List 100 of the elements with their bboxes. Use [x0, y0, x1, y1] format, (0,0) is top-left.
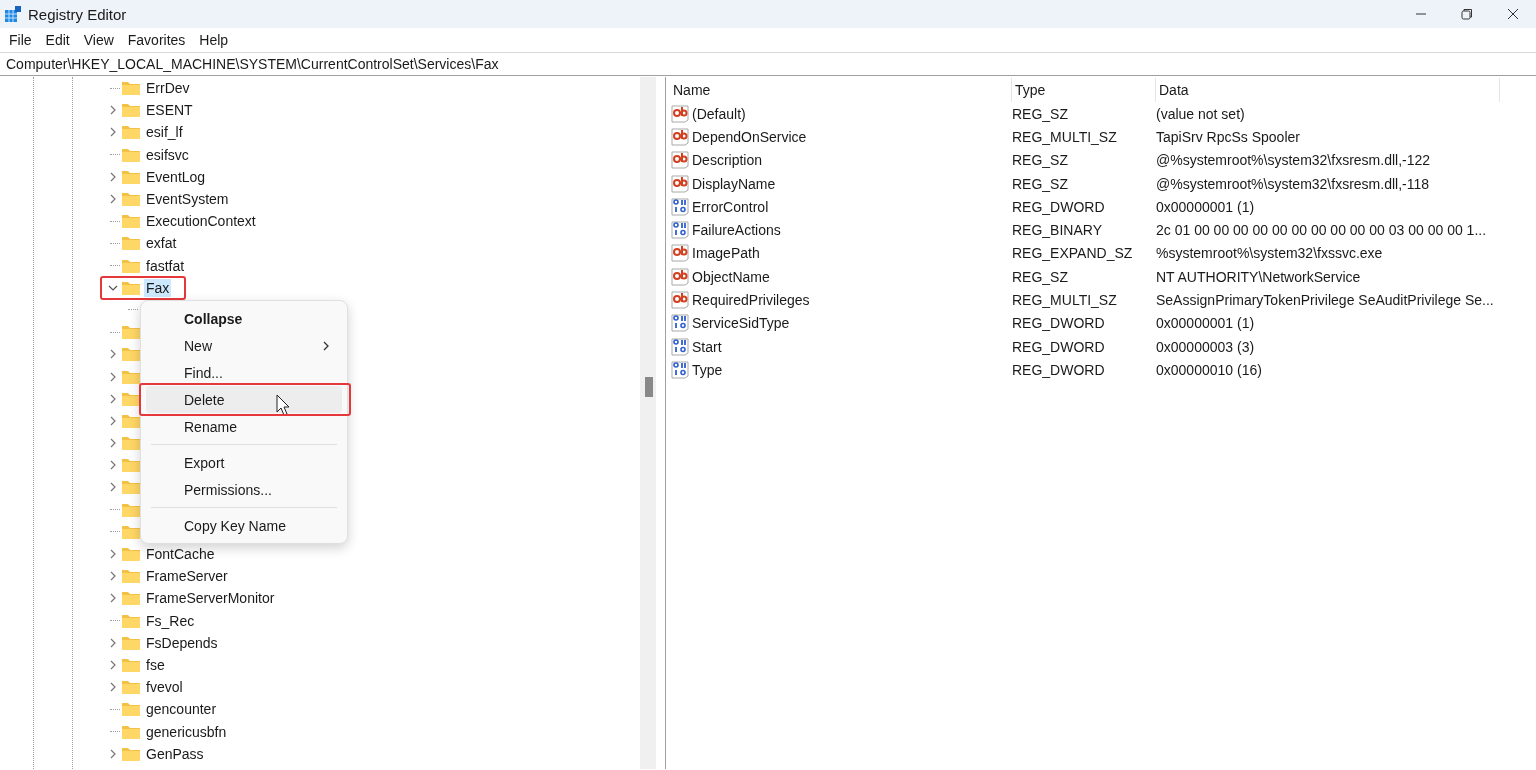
folder-icon: [121, 390, 141, 407]
tree-item[interactable]: FontCache: [144, 545, 217, 564]
tree-item[interactable]: Fax: [144, 278, 172, 297]
value-type: REG_SZ: [1012, 268, 1069, 285]
chevron-right-icon[interactable]: [109, 482, 117, 493]
value-type: REG_DWORD: [1012, 361, 1106, 378]
context-menu-item[interactable]: Rename: [146, 413, 342, 440]
scrollbar[interactable]: [640, 77, 656, 769]
column-header[interactable]: Data: [1156, 78, 1500, 102]
context-menu-item[interactable]: Export: [146, 449, 342, 476]
string-value-icon: [670, 126, 690, 147]
value-data: 0x00000001 (1): [1156, 315, 1256, 332]
tree-item[interactable]: FrameServerMonitor: [144, 589, 277, 608]
tree-item[interactable]: exfat: [144, 234, 179, 253]
tree-item[interactable]: ErrDev: [144, 79, 192, 98]
tree-item[interactable]: FrameServer: [144, 567, 230, 586]
value-name[interactable]: FailureActions: [692, 222, 781, 239]
tree-item[interactable]: EventLog: [144, 167, 208, 186]
value-name[interactable]: Start: [692, 338, 722, 355]
menu-item[interactable]: File: [2, 32, 39, 48]
folder-icon: [121, 701, 141, 718]
chevron-right-icon[interactable]: [109, 438, 117, 449]
tree-item[interactable]: gencounter: [144, 700, 219, 719]
chevron-right-icon[interactable]: [109, 549, 117, 560]
value-name[interactable]: ErrorControl: [692, 198, 769, 215]
menu-item[interactable]: Edit: [38, 32, 77, 48]
chevron-right-icon[interactable]: [109, 194, 117, 205]
value-name[interactable]: (Default): [692, 105, 746, 122]
chevron-right-icon[interactable]: [109, 682, 117, 693]
folder-icon: [121, 168, 141, 185]
folder-icon: [121, 590, 141, 607]
binary-value-icon: [670, 336, 690, 357]
binary-value-icon: [670, 196, 690, 217]
chevron-right-icon[interactable]: [109, 659, 117, 670]
folder-icon: [121, 213, 141, 230]
string-value-icon: [670, 290, 690, 310]
folder-icon: [121, 546, 141, 563]
value-data: @%systemroot%\system32\fxsresm.dll,-122: [1156, 152, 1432, 169]
string-value-icon: [670, 150, 690, 171]
chevron-right-icon[interactable]: [109, 460, 117, 471]
context-menu-item[interactable]: Find...: [146, 359, 342, 386]
context-menu-item[interactable]: Delete: [146, 386, 342, 413]
folder-icon: [121, 102, 141, 119]
value-name[interactable]: DependOnService: [692, 128, 807, 145]
chevron-right-icon[interactable]: [109, 127, 117, 138]
menu-item[interactable]: Help: [192, 32, 236, 48]
menu-item[interactable]: View: [76, 32, 121, 48]
tree-item[interactable]: Fs_Rec: [144, 611, 197, 630]
chevron-down-icon[interactable]: [108, 283, 118, 292]
chevron-right-icon[interactable]: [109, 415, 117, 426]
value-name[interactable]: DisplayName: [692, 175, 776, 192]
value-name[interactable]: ImagePath: [692, 245, 760, 262]
tree-item[interactable]: fastfat: [144, 256, 187, 275]
value-name[interactable]: RequiredPrivileges: [692, 292, 810, 308]
value-type: REG_MULTI_SZ: [1012, 128, 1118, 145]
folder-icon: [121, 146, 141, 163]
chevron-right-icon[interactable]: [109, 171, 117, 182]
tree-item[interactable]: fvevol: [144, 678, 185, 697]
mouse-cursor-icon: [276, 394, 290, 416]
tree-item[interactable]: esifsvc: [144, 145, 191, 164]
tree-item[interactable]: genericusbfn: [144, 722, 229, 741]
tree-item[interactable]: FsDepends: [144, 633, 220, 652]
context-menu-item[interactable]: Collapse: [146, 305, 342, 332]
tree-item[interactable]: GenPass: [144, 744, 206, 763]
folder-icon: [121, 745, 141, 762]
value-type: REG_BINARY: [1012, 222, 1103, 239]
context-menu-item[interactable]: New: [146, 332, 342, 359]
value-type: REG_MULTI_SZ: [1012, 292, 1118, 308]
tree-item[interactable]: EventSystem: [144, 190, 231, 209]
address-bar[interactable]: Computer\HKEY_LOCAL_MACHINE\SYSTEM\CurrentControlSet\Services\Fax: [0, 52, 1536, 76]
scroll-thumb[interactable]: [645, 377, 653, 397]
chevron-right-icon[interactable]: [109, 105, 117, 116]
tree-item[interactable]: esif_lf: [144, 123, 185, 142]
column-header[interactable]: Name: [670, 78, 1012, 102]
binary-value-icon: [670, 359, 690, 380]
chevron-right-icon[interactable]: [109, 349, 117, 360]
value-name[interactable]: Description: [692, 152, 763, 169]
value-data: TapiSrv RpcSs Spooler: [1156, 128, 1301, 145]
chevron-right-icon[interactable]: [109, 571, 117, 582]
tree-item[interactable]: fse: [144, 655, 167, 674]
chevron-right-icon[interactable]: [109, 371, 117, 382]
value-data: (value not set): [1156, 105, 1246, 122]
tree-item[interactable]: ExecutionContext: [144, 212, 258, 231]
value-name[interactable]: ObjectName: [692, 268, 770, 285]
column-header[interactable]: Type: [1012, 78, 1156, 102]
folder-icon: [121, 435, 141, 452]
tree-item[interactable]: ESENT: [144, 101, 195, 120]
chevron-right-icon[interactable]: [109, 593, 117, 604]
string-value-icon: [670, 103, 690, 124]
value-name[interactable]: ServiceSidType: [692, 315, 790, 332]
string-value-icon: [670, 266, 690, 287]
chevron-right-icon[interactable]: [109, 748, 117, 759]
value-data: @%systemroot%\system32\fxsresm.dll,-118: [1156, 175, 1431, 192]
menu-item[interactable]: Favorites: [120, 32, 193, 48]
context-menu-item[interactable]: Copy Key Name: [146, 512, 342, 539]
chevron-right-icon[interactable]: [109, 393, 117, 404]
context-menu-item[interactable]: Permissions...: [146, 476, 342, 503]
chevron-right-icon[interactable]: [109, 637, 117, 648]
value-name[interactable]: Type: [692, 361, 723, 378]
folder-icon: [121, 124, 141, 141]
